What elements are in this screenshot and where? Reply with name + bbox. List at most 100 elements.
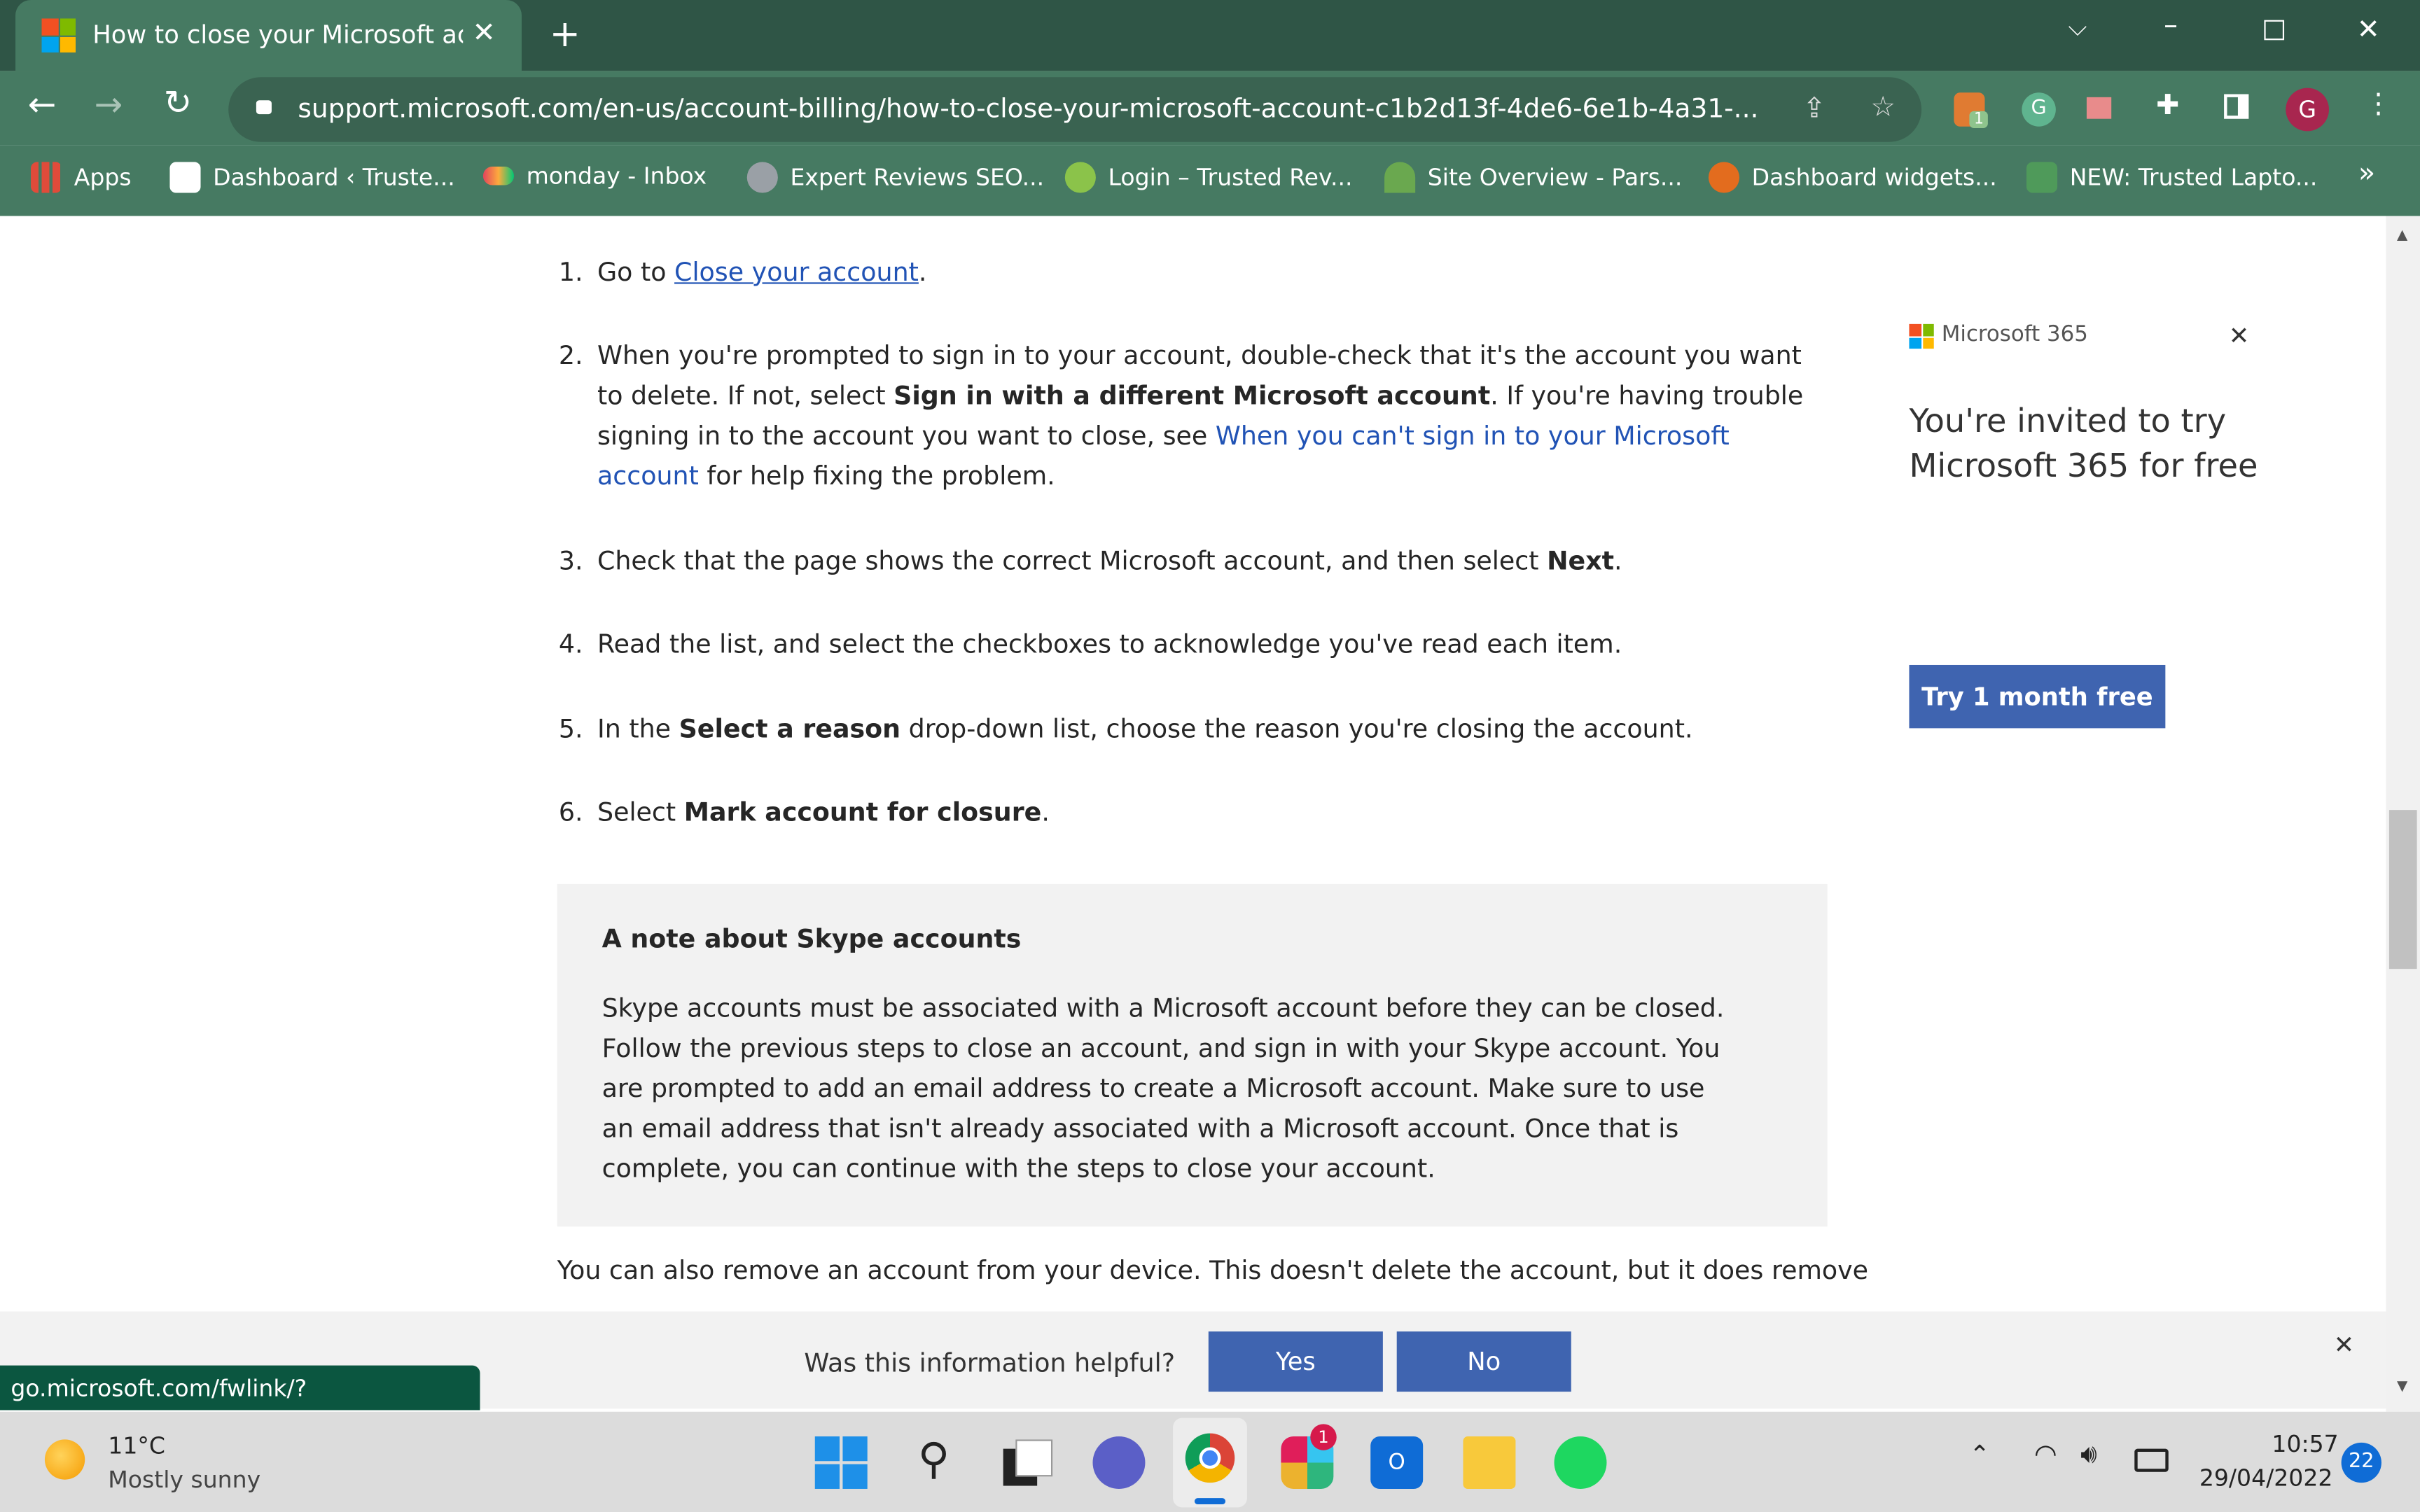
lock-icon [256, 100, 272, 115]
step-text: Read the list, and select the checkboxes… [597, 629, 1622, 659]
show-hidden-icons-chevron-up-icon[interactable]: ⌃ [1969, 1439, 1990, 1469]
article-content: 1. Go to Close your account. 2. When you… [0, 216, 2386, 1312]
battery-icon[interactable] [2134, 1448, 2169, 1472]
restore-icon[interactable] [2264, 20, 2285, 41]
weather-temperature[interactable]: 11°C [108, 1432, 165, 1460]
chrome-icon [1185, 1433, 1235, 1483]
bookmark-expert-reviews[interactable]: Expert Reviews SEO... [746, 162, 1045, 193]
plant-icon [1384, 162, 1416, 193]
step-text: Select [597, 797, 684, 827]
close-account-link[interactable]: Close your account [674, 258, 919, 287]
note-title: A note about Skype accounts [601, 924, 1022, 954]
plus-favicon-icon [2026, 162, 2058, 193]
minimize-icon[interactable]: – [2164, 9, 2178, 41]
scrollbar-thumb[interactable] [2388, 810, 2417, 969]
step-number: 2. [558, 341, 583, 370]
side-panel-icon[interactable] [2224, 94, 2249, 119]
clock-time[interactable]: 10:57 [2272, 1430, 2338, 1458]
menu-kebab-icon[interactable]: ⋮ [2365, 88, 2393, 120]
bookmark-label: monday - Inbox [526, 162, 707, 190]
forward-icon[interactable]: → [94, 86, 123, 125]
spotify-icon[interactable] [1554, 1436, 1607, 1489]
address-bar[interactable]: support.microsoft.com/en-us/account-bill… [228, 77, 1922, 142]
slack-icon[interactable]: 1 [1281, 1424, 1337, 1489]
status-bubble-url: go.microsoft.com/fwlink/?LinkId=523898 [0, 1365, 480, 1449]
start-windows-icon[interactable] [814, 1436, 868, 1489]
bookmark-login-trusted[interactable]: Login – Trusted Rev... [1064, 162, 1353, 193]
wifi-icon[interactable]: ◠ [2034, 1439, 2057, 1470]
chrome-taskbar-button[interactable] [1173, 1418, 1247, 1508]
notification-badge[interactable]: 22 [2341, 1442, 2381, 1483]
bookmarks-bar: Apps Dashboard ‹ Truste... monday - Inbo… [0, 145, 2420, 218]
scroll-up-icon[interactable]: ▲ [2397, 228, 2407, 244]
apps-grid-icon [31, 162, 62, 193]
step-number: 5. [558, 714, 583, 744]
task-view-icon[interactable] [1000, 1436, 1053, 1489]
bookmark-label: Expert Reviews SEO... [790, 163, 1045, 192]
bookmark-label: Dashboard ‹ Truste... [213, 163, 455, 192]
step-text: . [918, 258, 927, 287]
bookmark-label: Dashboard widgets... [1751, 163, 1997, 192]
tab-search-icon[interactable]: ⌵ [2068, 13, 2087, 43]
slack-badge: 1 [1310, 1424, 1337, 1450]
skype-note-box: A note about Skype accounts Skype accoun… [557, 883, 1828, 1227]
teams-chat-icon[interactable] [1092, 1436, 1146, 1489]
bookmark-label: NEW: Trusted Lapto... [2069, 163, 2318, 192]
step-bold: Select a reason [679, 714, 901, 744]
feedback-question: Was this information helpful? [804, 1348, 1176, 1378]
bookmark-label: Login – Trusted Rev... [1108, 163, 1353, 192]
bookmark-star-icon[interactable]: ☆ [1870, 91, 1896, 123]
bookmark-monday[interactable]: monday - Inbox [482, 162, 707, 190]
step-text: In the [597, 714, 679, 744]
step-bold: Next [1547, 546, 1615, 576]
scroll-down-icon[interactable]: ▼ [2397, 1379, 2407, 1394]
extensions-puzzle-icon[interactable]: ✚ [2156, 90, 2179, 122]
promo-close-icon[interactable]: ✕ [2229, 321, 2250, 350]
more-bookmarks-icon[interactable]: » [2358, 158, 2375, 190]
step-text: for help fixing the problem. [698, 461, 1055, 491]
feedback-no-button[interactable]: No [1396, 1331, 1571, 1392]
video-extension-icon[interactable] [2086, 97, 2112, 119]
try-free-button[interactable]: Try 1 month free [1909, 664, 2166, 729]
page-scrollbar[interactable]: ▲ ▼ [2386, 216, 2420, 1412]
feedback-close-icon[interactable]: ✕ [2334, 1330, 2355, 1359]
outlook-icon[interactable]: O [1370, 1436, 1424, 1489]
feedback-yes-button[interactable]: Yes [1208, 1331, 1383, 1392]
bookmark-site-overview[interactable]: Site Overview - Pars... [1384, 162, 1682, 193]
m365-promo: Microsoft 365 ✕ You're invited to try Mi… [1909, 321, 2264, 737]
tab-active[interactable]: How to close your Microsoft acc ✕ [15, 0, 522, 71]
share-icon[interactable]: ⇪ [1802, 92, 1826, 125]
step-text: . [1041, 797, 1050, 827]
weather-sun-icon[interactable] [44, 1439, 85, 1480]
grammarly-icon[interactable]: G [2022, 92, 2056, 127]
url-text[interactable]: support.microsoft.com/en-us/account-bill… [298, 94, 1758, 125]
tab-close-icon[interactable]: ✕ [472, 17, 495, 49]
step-number: 1. [558, 258, 583, 287]
step-number: 4. [558, 629, 583, 659]
taskbar: 11°C Mostly sunny ⚲ 1 O ⌃ ◠ 🔊︎ 10:57 29/… [0, 1411, 2420, 1512]
reload-icon[interactable]: ↻ [164, 85, 193, 123]
step-bold: Sign in with a different Microsoft accou… [893, 381, 1491, 411]
back-icon[interactable]: ← [28, 86, 57, 125]
profile-avatar[interactable]: G [2286, 88, 2329, 132]
window-close-icon[interactable]: ✕ [2357, 14, 2380, 46]
widgets-favicon-icon [1708, 162, 1740, 193]
step-text: drop-down list, choose the reason you're… [900, 714, 1693, 744]
login-favicon-icon [1064, 162, 1096, 193]
extension-icon[interactable]: 1 [1954, 92, 1989, 128]
bookmark-label: Apps [74, 163, 132, 192]
file-explorer-icon[interactable] [1463, 1436, 1516, 1489]
clock-date[interactable]: 29/04/2022 [2199, 1464, 2333, 1492]
bookmark-apps[interactable]: Apps [31, 162, 132, 193]
volume-icon[interactable]: 🔊︎ [2080, 1439, 2097, 1470]
microsoft-logo-icon [41, 18, 76, 52]
step-number: 3. [558, 546, 583, 576]
bookmark-dashboard-widgets[interactable]: Dashboard widgets... [1708, 162, 1997, 193]
search-icon[interactable]: ⚲ [908, 1436, 960, 1489]
weather-condition[interactable]: Mostly sunny [108, 1466, 260, 1494]
toolbar: ← → ↻ support.microsoft.com/en-us/accoun… [0, 71, 2420, 146]
bookmark-dashboard-truste[interactable]: Dashboard ‹ Truste... [169, 162, 455, 193]
bookmark-new-trusted-laptop[interactable]: NEW: Trusted Lapto... [2026, 162, 2318, 193]
new-tab-icon[interactable]: + [550, 13, 580, 56]
step-text: Check that the page shows the correct Mi… [597, 546, 1548, 576]
